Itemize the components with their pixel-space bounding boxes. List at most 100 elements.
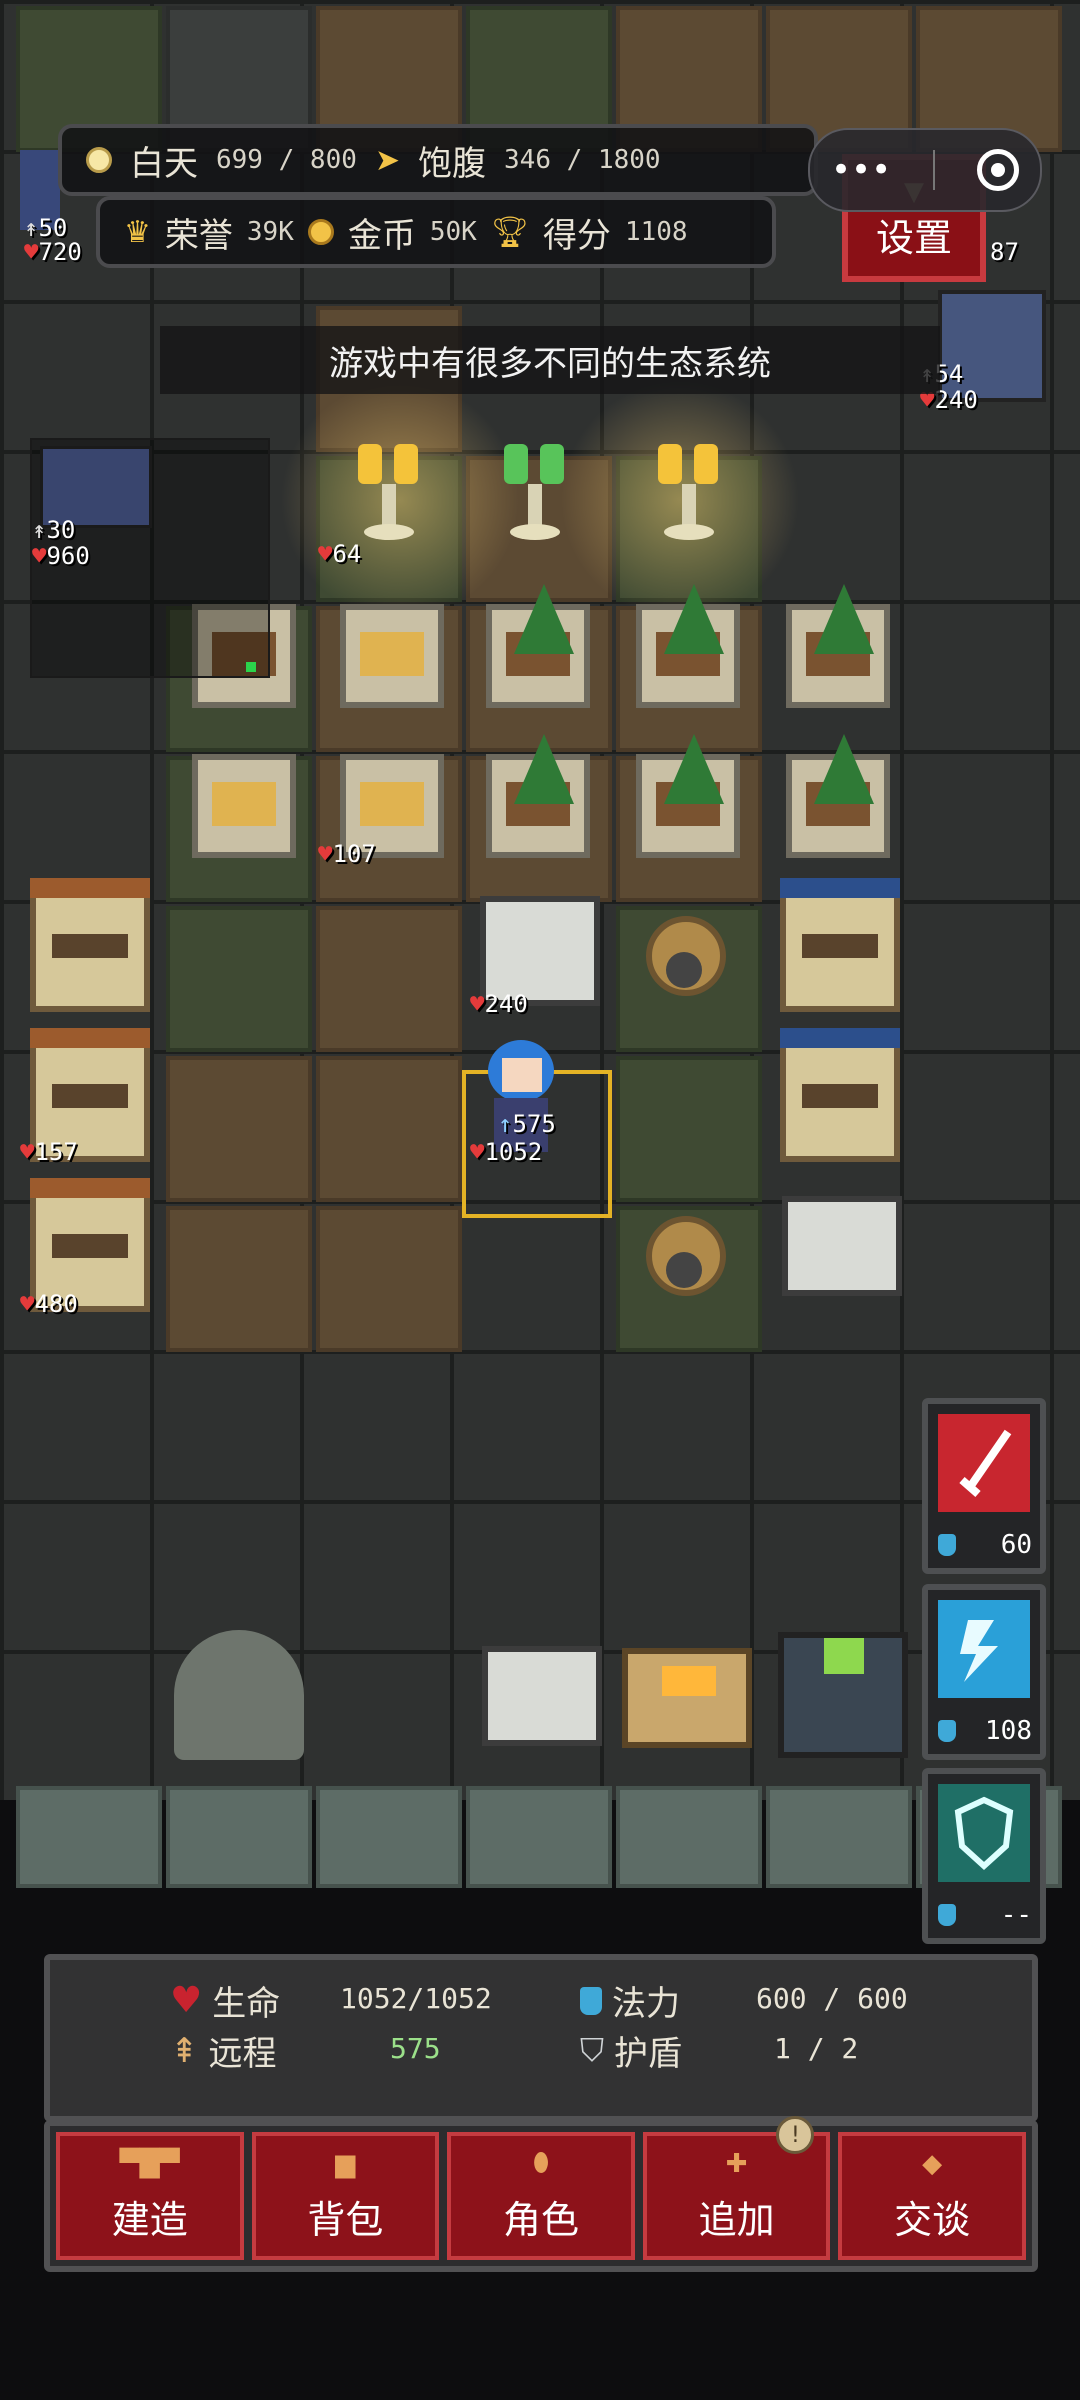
mana-potion-icon: [938, 1534, 956, 1556]
robot-machine[interactable]: [782, 1196, 902, 1296]
candelabra[interactable]: [346, 444, 432, 544]
generator[interactable]: [778, 1632, 908, 1758]
range-label: 远程: [208, 2034, 277, 2074]
workbench[interactable]: [482, 1646, 602, 1746]
planter-tree[interactable]: [786, 734, 890, 858]
character-icon: ⬮: [532, 2148, 550, 2178]
more-options-icon[interactable]: •••: [831, 150, 891, 190]
snail-creature[interactable]: [636, 1216, 746, 1306]
minimap-atk-label: ↟30: [32, 516, 76, 544]
build-label: 建造: [111, 2197, 188, 2242]
floor-tile: [166, 1786, 312, 1888]
stall-hp-label: ♥480: [20, 1290, 78, 1318]
skill-cost: 60: [1000, 1530, 1032, 1560]
sword-icon: [938, 1414, 1030, 1512]
floor-tile: [766, 1786, 912, 1888]
range-value: 575: [390, 2032, 441, 2065]
shield-skill-button[interactable]: --: [922, 1768, 1046, 1944]
build-button[interactable]: ▀█▀ 建造: [56, 2132, 244, 2260]
day-value: 699 / 800: [216, 145, 357, 175]
mana-stat: 法力: [580, 1976, 680, 2025]
mana-icon: [580, 1986, 602, 2015]
add-label: 追加: [698, 2197, 775, 2242]
candelabra[interactable]: [646, 444, 732, 544]
tower-hp-label-partial: 87: [990, 238, 1019, 266]
skill-cost: 108: [985, 1716, 1032, 1746]
floor-tile: [316, 1786, 462, 1888]
lightning-icon: [938, 1600, 1030, 1698]
gold-coin-icon: [307, 219, 334, 245]
tower-hp-label: ♥720: [24, 238, 82, 266]
shield-stat-icon: ⛉: [580, 2031, 605, 2069]
minimap[interactable]: ↟30 ♥960: [30, 438, 270, 678]
score-value: 1108: [624, 217, 688, 247]
minimap-player-dot: [246, 662, 256, 672]
hunger-label: 饱腹: [418, 143, 487, 184]
hero-range-label: ↑575: [498, 1110, 556, 1138]
range-stat: ⇞ 远程: [170, 2026, 277, 2075]
mana-potion-icon: [938, 1720, 956, 1742]
planter[interactable]: [192, 754, 296, 858]
shield-value-wrap: 1 / 2: [774, 2032, 858, 2065]
close-program-icon[interactable]: [977, 149, 1020, 191]
moss-tile: [166, 906, 312, 1052]
sword-skill-button[interactable]: 60: [922, 1398, 1046, 1574]
planter-tree[interactable]: [636, 584, 740, 708]
furnace-fire: [662, 1666, 716, 1696]
stall[interactable]: [780, 1028, 900, 1162]
talk-button[interactable]: ◆ 交谈: [838, 2132, 1026, 2260]
stall[interactable]: [780, 878, 900, 1012]
planter-hp-label: ♥107: [318, 840, 376, 868]
stall[interactable]: [30, 878, 150, 1012]
sun-icon: [86, 147, 112, 173]
planter-tree[interactable]: [486, 584, 590, 708]
generator-crystal: [824, 1638, 864, 1674]
dirt-tile: [316, 906, 462, 1052]
mana-value: 600 / 600: [756, 1982, 908, 2015]
shield-icon: [938, 1784, 1030, 1882]
candelabra[interactable]: [492, 444, 578, 544]
dirt-tile: [316, 1206, 462, 1352]
dirt-tile: [166, 1206, 312, 1352]
talk-label: 交谈: [894, 2197, 971, 2242]
honor-value: 39K: [246, 217, 294, 247]
planter-tree[interactable]: [636, 734, 740, 858]
gold-label: 金币: [347, 215, 416, 256]
plus-icon: ✚: [725, 2148, 748, 2179]
shield-stat: ⛉ 护盾: [580, 2026, 682, 2075]
mini-program-capsule: •••: [808, 128, 1042, 212]
action-bar: ▀█▀ 建造 ▆ 背包 ⬮ 角色 ✚ 追加 ! ◆ 交谈: [44, 2116, 1038, 2272]
life-stat: ♥ 生命: [170, 1976, 280, 2025]
score-label: 得分: [542, 215, 611, 256]
snail-creature[interactable]: [636, 916, 746, 1006]
hunger-icon: ➤: [374, 142, 401, 178]
minimap-hp-label: ♥960: [32, 542, 90, 570]
chat-icon: ◆: [922, 2148, 943, 2179]
stall-hp-label: ♥157: [20, 1138, 78, 1166]
portal-gate[interactable]: [174, 1630, 304, 1760]
life-label: 生命: [212, 1984, 281, 2024]
heart-icon: ♥: [170, 1980, 203, 2021]
backpack-button[interactable]: ▆ 背包: [251, 2132, 440, 2260]
planter-tree[interactable]: [486, 734, 590, 858]
shield-label: 护盾: [614, 2034, 683, 2074]
range-value-wrap: 575: [390, 2032, 441, 2065]
candle-hp-label: ♥64: [318, 540, 362, 568]
gold-value: 50K: [429, 217, 477, 247]
furnace[interactable]: [622, 1648, 752, 1748]
stats-panel: ♥ 生命 1052/1052 法力 600 / 600 ⇞ 远程 575 ⛉ 护…: [44, 1954, 1038, 2122]
backpack-label: 背包: [307, 2197, 384, 2242]
skill-cost: --: [1000, 1900, 1032, 1930]
mana-value-wrap: 600 / 600: [756, 1982, 908, 2015]
status-bar-resources: ♛ 荣誉 39K 金币 50K 🏆︎ 得分 1108: [96, 196, 776, 268]
hero-hp-label: ♥1052: [470, 1138, 543, 1166]
planter-tree[interactable]: [786, 584, 890, 708]
planter[interactable]: [340, 604, 444, 708]
add-button[interactable]: ✚ 追加 !: [642, 2116, 831, 2260]
lightning-skill-button[interactable]: 108: [922, 1584, 1046, 1760]
character-button[interactable]: ⬮ 角色: [447, 2132, 635, 2260]
capsule-divider: [933, 150, 936, 190]
floor-tile: [16, 1786, 162, 1888]
bag-icon: ▆: [335, 2148, 356, 2179]
hunger-value: 346 / 1800: [504, 145, 661, 175]
